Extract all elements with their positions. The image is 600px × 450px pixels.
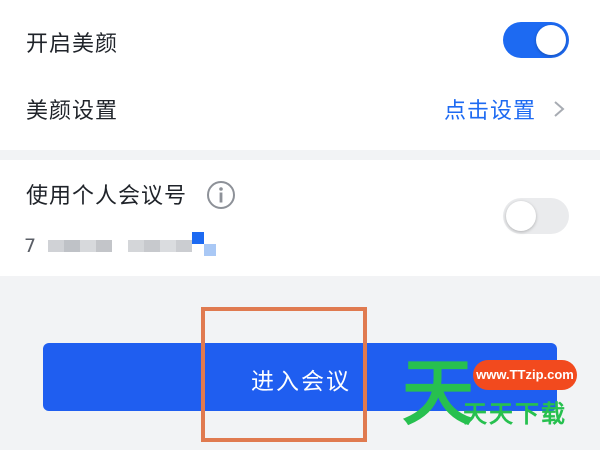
chevron-right-icon[interactable] xyxy=(552,99,566,119)
beauty-settings-link[interactable]: 点击设置 xyxy=(444,93,536,125)
personal-meeting-id-toggle[interactable] xyxy=(503,198,569,234)
toggle-knob xyxy=(506,201,536,231)
watermark-url-badge: www.TTzip.com xyxy=(473,360,577,390)
watermark-site-name: 天天下载 xyxy=(463,400,567,428)
highlight-annotation-box xyxy=(201,307,367,442)
beauty-toggle-switch[interactable] xyxy=(503,22,569,58)
toggle-knob xyxy=(536,25,566,55)
beauty-toggle-label: 开启美颜 xyxy=(26,32,119,57)
beauty-settings-card xyxy=(0,0,600,150)
meeting-id-visible-digit: 7 xyxy=(24,235,36,256)
personal-meeting-id-value-obscured: 7 xyxy=(24,232,216,256)
personal-meeting-id-label: 使用个人会议号 xyxy=(26,184,188,209)
beauty-settings-label: 美颜设置 xyxy=(26,99,119,124)
info-icon[interactable] xyxy=(206,180,236,210)
